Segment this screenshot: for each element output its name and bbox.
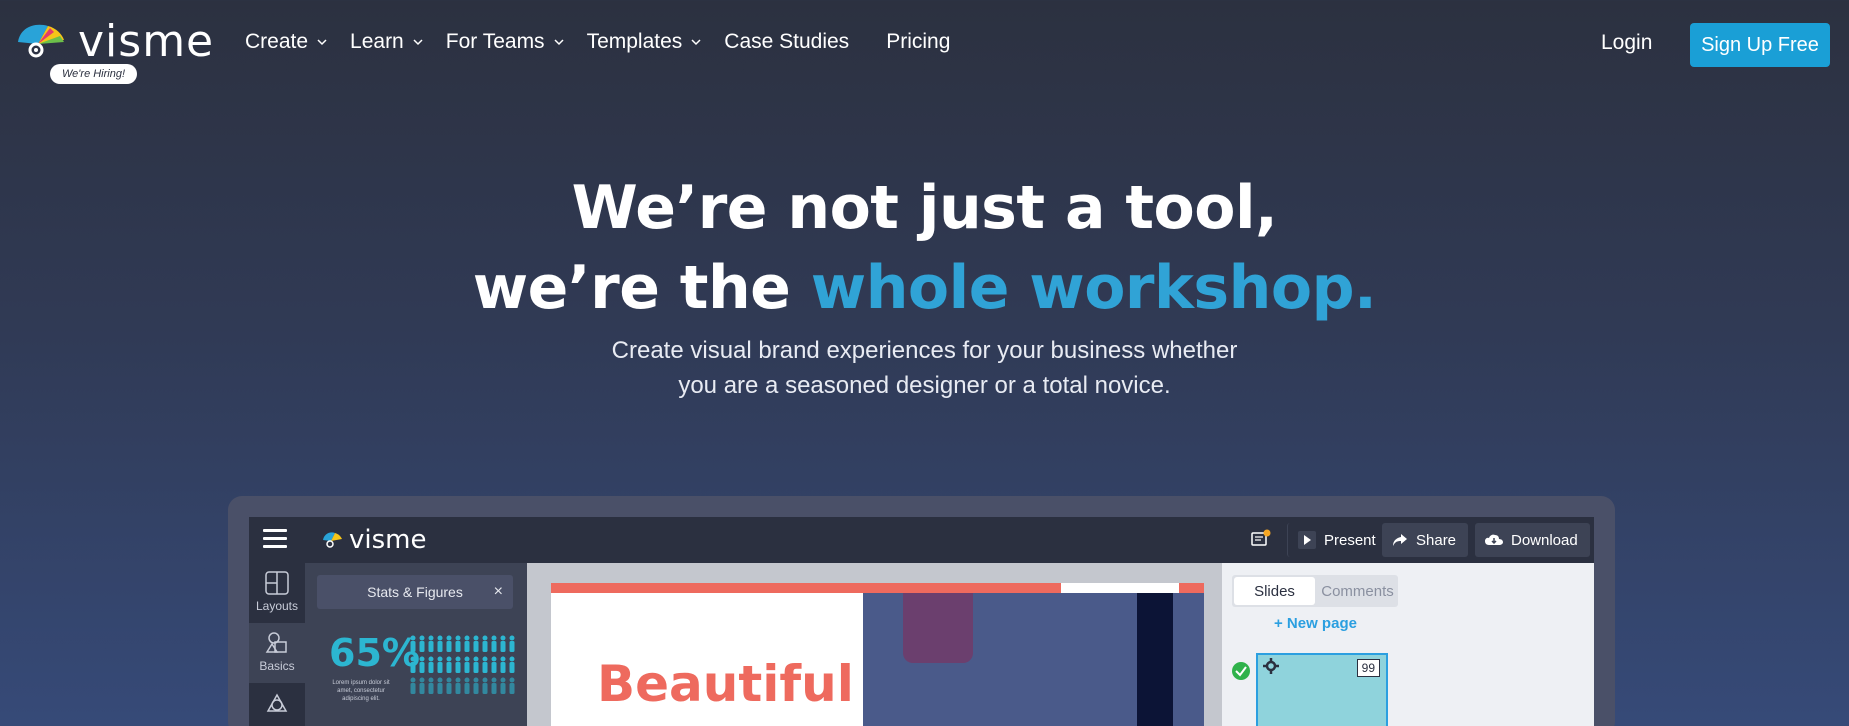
- layouts-icon: [265, 571, 289, 595]
- nav-learn-label: Learn: [350, 30, 404, 53]
- nav-pricing-label: Pricing: [886, 30, 951, 53]
- nav-for-teams-label: For Teams: [445, 30, 545, 53]
- editor-sidebar: Layouts Basics: [249, 563, 305, 726]
- slide-thumbnail[interactable]: 99: [1256, 653, 1388, 726]
- rail-layouts-label: Layouts: [255, 599, 299, 613]
- visme-logo-icon: [323, 532, 342, 548]
- share-button[interactable]: Share: [1382, 523, 1469, 557]
- visme-logo[interactable]: visme We're Hiring!: [14, 20, 213, 90]
- download-button[interactable]: Download: [1475, 523, 1590, 557]
- check-icon: [1232, 662, 1250, 680]
- gear-icon[interactable]: [1262, 657, 1280, 675]
- nav-case-studies-label: Case Studies: [724, 30, 850, 53]
- nav-create[interactable]: Create: [245, 30, 328, 54]
- chevron-down-icon: [317, 39, 327, 46]
- photo-dark-strip: [1137, 593, 1173, 726]
- stats-panel-title: Stats & Figures: [367, 584, 463, 600]
- hero-line-2: we’re the: [472, 253, 811, 323]
- editor-logo-text: visme: [349, 525, 427, 555]
- stat-caption: Lorem ipsum dolor sit amet, consectetur …: [332, 680, 390, 702]
- comment-icon[interactable]: [1251, 529, 1271, 549]
- photo-figure: [903, 593, 973, 663]
- slide-accent-bar-right: [1179, 583, 1204, 593]
- rail-layouts[interactable]: Layouts: [249, 563, 305, 623]
- login-link[interactable]: Login: [1601, 31, 1652, 55]
- nav-create-label: Create: [245, 30, 309, 53]
- tab-slides[interactable]: Slides: [1234, 577, 1315, 605]
- nav-templates[interactable]: Templates: [587, 30, 703, 54]
- main-menu: Create Learn For Teams Templates Case St…: [245, 30, 987, 54]
- new-page-button[interactable]: + New page: [1274, 615, 1357, 632]
- hero-subtitle-line-2: you are a seasoned designer or a total n…: [678, 372, 1171, 399]
- logo-wordmark: visme: [78, 16, 215, 67]
- signup-button[interactable]: Sign Up Free: [1690, 23, 1830, 67]
- download-label: Download: [1511, 531, 1578, 549]
- stats-panel: Stats & Figures × 65% Lorem ipsum dolor …: [305, 563, 527, 726]
- editor-screenshot: visme Present Share Download Layouts Bas: [249, 517, 1594, 726]
- editor-canvas: Beautiful: [527, 563, 1222, 726]
- slides-panel: Slides Comments + New page 99: [1222, 563, 1594, 726]
- shapes-icon: [266, 693, 288, 712]
- hero-subtitle-line-1: Create visual brand experiences for your…: [611, 337, 1238, 364]
- tab-comments[interactable]: Comments: [1317, 575, 1398, 607]
- nav-case-studies[interactable]: Case Studies: [724, 30, 849, 54]
- slide-number-badge: 99: [1356, 659, 1380, 677]
- chevron-down-icon: [413, 39, 423, 46]
- cloud-download-icon: [1485, 534, 1503, 545]
- rail-shapes[interactable]: [249, 683, 305, 726]
- nav-learn[interactable]: Learn: [350, 30, 424, 54]
- stats-panel-header: Stats & Figures ×: [317, 575, 513, 609]
- play-icon: [1298, 531, 1316, 549]
- hiring-badge[interactable]: We're Hiring!: [50, 64, 138, 84]
- hero-accent-text: whole workshop.: [810, 253, 1377, 323]
- chevron-down-icon: [691, 39, 701, 46]
- slide-accent-bar: [551, 583, 1061, 593]
- hero-headline: We’re not just a tool, we’re the whole w…: [0, 168, 1849, 328]
- nav-pricing[interactable]: Pricing: [886, 30, 950, 54]
- present-button[interactable]: Present: [1287, 523, 1388, 557]
- slide-page[interactable]: Beautiful: [551, 583, 1204, 726]
- slide-title[interactable]: Beautiful: [597, 655, 854, 713]
- close-icon[interactable]: ×: [494, 583, 503, 601]
- hero-subtitle: Create visual brand experiences for your…: [0, 333, 1849, 403]
- share-icon: [1393, 534, 1407, 546]
- hamburger-icon[interactable]: [263, 529, 287, 551]
- nav-for-teams[interactable]: For Teams: [446, 30, 565, 54]
- slides-tabs: Slides Comments: [1232, 575, 1398, 607]
- people-pictogram-icon[interactable]: [409, 635, 521, 699]
- nav-templates-label: Templates: [586, 30, 683, 53]
- hero-line-1: We’re not just a tool,: [571, 173, 1278, 243]
- share-label: Share: [1416, 531, 1457, 549]
- slide-photo[interactable]: [863, 593, 1204, 726]
- top-navigation: visme We're Hiring! Create Learn For Tea…: [0, 0, 1849, 92]
- chevron-down-icon: [554, 39, 564, 46]
- stat-figure[interactable]: 65%: [329, 631, 420, 675]
- editor-logo: visme: [321, 525, 426, 555]
- visme-logo-icon: [18, 24, 64, 58]
- rail-basics-label: Basics: [259, 659, 295, 673]
- rail-basics[interactable]: Basics: [249, 623, 305, 683]
- editor-toolbar: visme Present Share Download: [249, 517, 1594, 563]
- present-label: Present: [1324, 531, 1376, 549]
- basics-icon: [265, 632, 287, 653]
